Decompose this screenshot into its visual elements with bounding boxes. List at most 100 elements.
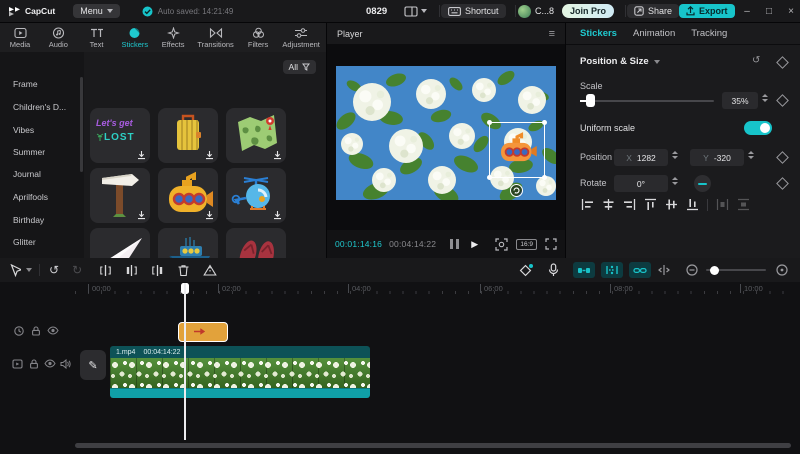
download-icon[interactable] — [205, 211, 214, 220]
category-birthday[interactable]: Birthday — [13, 215, 44, 225]
scale-slider-track[interactable] — [580, 100, 714, 102]
layout-switch-button[interactable] — [404, 6, 427, 17]
close-button[interactable]: × — [782, 6, 800, 17]
mirror-button[interactable] — [203, 264, 217, 276]
scale-stepper[interactable] — [762, 94, 768, 102]
tab-adjustment[interactable]: Adjustment — [282, 27, 320, 49]
mute-track-icon[interactable] — [60, 359, 71, 369]
sticker-yellow-suitcase[interactable] — [158, 108, 218, 163]
pause-icon[interactable] — [450, 239, 459, 249]
resize-handle[interactable] — [542, 175, 547, 180]
zoom-to-fit-icon[interactable] — [776, 264, 788, 276]
align-center-horizontal-button[interactable] — [599, 197, 618, 212]
category-summer[interactable]: Summer — [13, 147, 45, 157]
fullscreen-button[interactable] — [545, 238, 557, 250]
scale-slider-handle[interactable] — [586, 94, 595, 107]
rotate-knob[interactable] — [694, 175, 711, 192]
sticker-blue-boat[interactable] — [158, 228, 218, 258]
tab-stickers-settings[interactable]: Stickers — [580, 28, 617, 39]
sticker-green-map[interactable] — [226, 108, 286, 163]
fit-preview-button[interactable] — [495, 238, 508, 251]
select-tool-button[interactable] — [10, 264, 21, 277]
linking-toggle[interactable] — [629, 262, 651, 278]
split-button[interactable] — [99, 264, 112, 277]
sticker-blue-helicopter[interactable] — [226, 168, 286, 223]
category-aprilfools[interactable]: Aprilfools — [13, 192, 48, 202]
tab-animation[interactable]: Animation — [633, 28, 675, 39]
timeline-ruler[interactable]: 00:00 02:00 04:00 06:00 08:00 10:00 — [0, 282, 800, 301]
reset-icon[interactable]: ↺ — [752, 55, 760, 66]
keyframe-diamond-icon[interactable] — [776, 56, 789, 69]
delete-button[interactable] — [177, 264, 190, 277]
tab-filters[interactable]: Filters — [244, 27, 272, 49]
undo-button[interactable]: ↺ — [49, 263, 59, 277]
uniform-scale-toggle[interactable] — [744, 121, 772, 135]
align-left-button[interactable] — [578, 197, 597, 212]
record-voiceover-button[interactable] — [548, 263, 559, 277]
lock-track-icon[interactable] — [31, 326, 41, 336]
tab-tracking[interactable]: Tracking — [691, 28, 727, 39]
resize-handle[interactable] — [487, 120, 492, 125]
zoom-slider-handle[interactable] — [710, 266, 719, 275]
minimize-button[interactable]: – — [738, 6, 756, 17]
timeline-zoom-slider[interactable] — [706, 269, 766, 271]
position-y-field[interactable]: Y -320 — [690, 149, 744, 166]
sticker-yellow-submarine[interactable] — [158, 168, 218, 223]
tab-stickers[interactable]: Stickers — [121, 27, 149, 49]
export-button[interactable]: Export — [679, 4, 735, 18]
section-position-size[interactable]: Position & Size — [580, 56, 649, 67]
rotate-field[interactable]: 0° — [614, 175, 668, 192]
sticker-lets-get-lost[interactable]: Let's get LOST — [90, 108, 150, 163]
download-icon[interactable] — [273, 211, 282, 220]
hide-track-icon[interactable] — [47, 326, 59, 335]
redo-button[interactable]: ↻ — [72, 263, 82, 277]
menu-button[interactable]: Menu — [73, 4, 120, 18]
tab-media[interactable]: Media — [6, 27, 34, 49]
sidebar-scrollbar[interactable] — [80, 77, 83, 172]
keyframe-add-button[interactable] — [519, 263, 534, 277]
video-preview[interactable] — [336, 66, 556, 200]
chevron-down-icon[interactable] — [26, 268, 32, 272]
keyframe-diamond-icon[interactable] — [776, 151, 789, 164]
rotate-stepper[interactable] — [672, 177, 678, 185]
maximize-button[interactable]: □ — [760, 6, 778, 17]
align-center-vertical-button[interactable] — [662, 197, 681, 212]
position-y-stepper[interactable] — [748, 151, 754, 159]
sticker-paper-plane[interactable] — [90, 228, 150, 258]
distribute-vertical-button[interactable] — [734, 197, 753, 212]
rotate-handle[interactable] — [510, 184, 523, 197]
sticker-selection-box[interactable] — [489, 122, 545, 178]
tab-text[interactable]: Text — [83, 27, 111, 49]
download-icon[interactable] — [273, 151, 282, 160]
delete-right-button[interactable] — [151, 264, 164, 277]
tab-audio[interactable]: Audio — [44, 27, 72, 49]
resize-handle[interactable] — [542, 120, 547, 125]
position-x-field[interactable]: X 1282 — [614, 149, 668, 166]
edit-cover-button[interactable]: ✎ — [80, 350, 106, 380]
preview-axis-button[interactable] — [657, 264, 671, 276]
download-icon[interactable] — [137, 151, 146, 160]
avatar[interactable] — [518, 5, 531, 18]
timeline-scrollbar[interactable] — [75, 443, 791, 448]
resize-handle[interactable] — [487, 175, 492, 180]
position-x-stepper[interactable] — [672, 151, 678, 159]
tab-transitions[interactable]: Transitions — [197, 27, 233, 49]
sticker-clip[interactable] — [178, 322, 228, 342]
zoom-out-icon[interactable] — [686, 264, 698, 276]
category-childrens-day[interactable]: Children's D... — [13, 102, 66, 112]
player-menu-icon[interactable]: ≡ — [549, 28, 555, 40]
playhead-line[interactable] — [184, 283, 186, 440]
scale-value-field[interactable]: 35% — [722, 92, 758, 109]
category-glitter[interactable]: Glitter — [13, 237, 36, 247]
ratio-button[interactable]: 16:9 — [516, 239, 537, 250]
align-right-button[interactable] — [620, 197, 639, 212]
category-journal[interactable]: Journal — [13, 169, 41, 179]
delete-left-button[interactable] — [125, 264, 138, 277]
keyframe-diamond-icon[interactable] — [776, 94, 789, 107]
sticker-wood-signpost[interactable] — [90, 168, 150, 223]
hide-track-icon[interactable] — [44, 359, 56, 368]
align-bottom-button[interactable] — [683, 197, 702, 212]
sticker-red-flipflops[interactable] — [226, 228, 286, 258]
lock-track-icon[interactable] — [29, 359, 39, 369]
play-button[interactable]: ▶ — [471, 239, 478, 250]
